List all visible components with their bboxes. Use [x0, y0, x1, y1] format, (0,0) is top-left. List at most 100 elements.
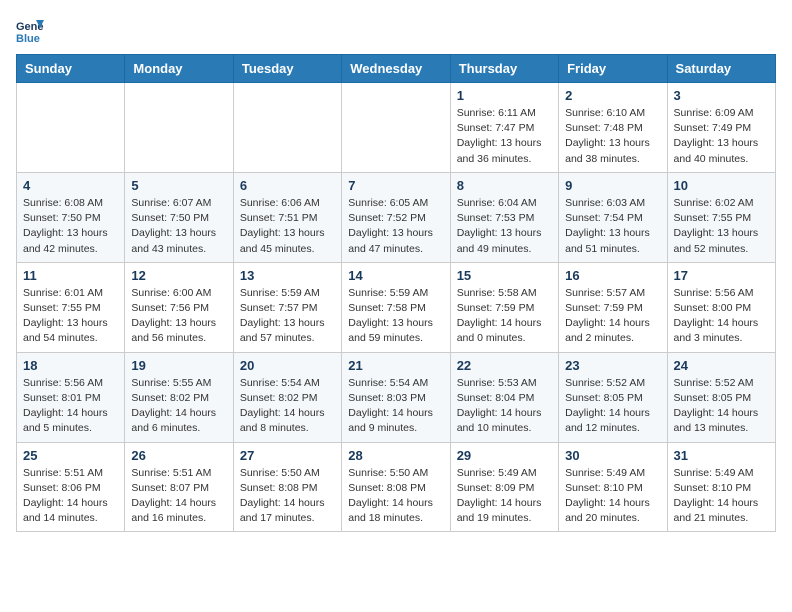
day-info: Sunrise: 5:56 AMSunset: 8:01 PMDaylight:… [23, 376, 118, 437]
day-number: 12 [131, 268, 226, 283]
day-number: 8 [457, 178, 552, 193]
day-number: 9 [565, 178, 660, 193]
day-info: Sunrise: 6:09 AMSunset: 7:49 PMDaylight:… [674, 106, 769, 167]
calendar-cell: 5Sunrise: 6:07 AMSunset: 7:50 PMDaylight… [125, 172, 233, 262]
day-info: Sunrise: 6:03 AMSunset: 7:54 PMDaylight:… [565, 196, 660, 257]
day-number: 11 [23, 268, 118, 283]
day-info: Sunrise: 5:56 AMSunset: 8:00 PMDaylight:… [674, 286, 769, 347]
day-info: Sunrise: 6:04 AMSunset: 7:53 PMDaylight:… [457, 196, 552, 257]
day-number: 31 [674, 448, 769, 463]
day-number: 20 [240, 358, 335, 373]
day-info: Sunrise: 5:58 AMSunset: 7:59 PMDaylight:… [457, 286, 552, 347]
day-number: 22 [457, 358, 552, 373]
day-number: 24 [674, 358, 769, 373]
day-number: 17 [674, 268, 769, 283]
logo-icon: General Blue [16, 16, 44, 44]
calendar-cell: 18 Sunrise: 5:56 AMSunset: 8:01 PMDayligh… [17, 352, 125, 442]
day-number: 23 [565, 358, 660, 373]
day-info: Sunrise: 6:01 AMSunset: 7:55 PMDaylight:… [23, 286, 118, 347]
day-number: 3 [674, 88, 769, 103]
day-number: 13 [240, 268, 335, 283]
day-info: Sunrise: 5:50 AMSunset: 8:08 PMDaylight:… [348, 466, 443, 527]
day-number: 21 [348, 358, 443, 373]
day-number: 1 [457, 88, 552, 103]
calendar-cell: 1Sunrise: 6:11 AMSunset: 7:47 PMDaylight… [450, 83, 558, 173]
day-info: Sunrise: 6:08 AMSunset: 7:50 PMDaylight:… [23, 196, 118, 257]
day-number: 16 [565, 268, 660, 283]
weekday-header-saturday: Saturday [667, 55, 775, 83]
day-info: Sunrise: 5:52 AMSunset: 8:05 PMDaylight:… [565, 376, 660, 437]
calendar-week-row: 25Sunrise: 5:51 AMSunset: 8:06 PMDayligh… [17, 442, 776, 532]
calendar-cell: 28 Sunrise: 5:50 AMSunset: 8:08 PMDayligh… [342, 442, 450, 532]
day-info: Sunrise: 5:50 AMSunset: 8:08 PMDaylight:… [240, 466, 335, 527]
calendar-cell [342, 83, 450, 173]
calendar-cell: 30 Sunrise: 5:49 AMSunset: 8:10 PMDayligh… [559, 442, 667, 532]
day-number: 25 [23, 448, 118, 463]
day-info: Sunrise: 6:00 AMSunset: 7:56 PMDaylight:… [131, 286, 226, 347]
calendar-cell: 3 Sunrise: 6:09 AMSunset: 7:49 PMDaylight… [667, 83, 775, 173]
day-number: 14 [348, 268, 443, 283]
day-number: 28 [348, 448, 443, 463]
day-info: Sunrise: 6:05 AMSunset: 7:52 PMDaylight:… [348, 196, 443, 257]
weekday-header-tuesday: Tuesday [233, 55, 341, 83]
calendar-cell: 8 Sunrise: 6:04 AMSunset: 7:53 PMDaylight… [450, 172, 558, 262]
day-info: Sunrise: 5:54 AMSunset: 8:03 PMDaylight:… [348, 376, 443, 437]
day-info: Sunrise: 5:59 AMSunset: 7:58 PMDaylight:… [348, 286, 443, 347]
day-number: 5 [131, 178, 226, 193]
day-info: Sunrise: 6:10 AMSunset: 7:48 PMDaylight:… [565, 106, 660, 167]
day-number: 15 [457, 268, 552, 283]
calendar-cell: 26Sunrise: 5:51 AMSunset: 8:07 PMDayligh… [125, 442, 233, 532]
calendar-cell: 20 Sunrise: 5:54 AMSunset: 8:02 PMDayligh… [233, 352, 341, 442]
calendar-cell [17, 83, 125, 173]
calendar-cell: 19 Sunrise: 5:55 AMSunset: 8:02 PMDayligh… [125, 352, 233, 442]
calendar-cell: 7 Sunrise: 6:05 AMSunset: 7:52 PMDaylight… [342, 172, 450, 262]
calendar-week-row: 4 Sunrise: 6:08 AMSunset: 7:50 PMDaylight… [17, 172, 776, 262]
day-info: Sunrise: 5:57 AMSunset: 7:59 PMDaylight:… [565, 286, 660, 347]
calendar-cell: 17 Sunrise: 5:56 AMSunset: 8:00 PMDayligh… [667, 262, 775, 352]
calendar-cell: 29 Sunrise: 5:49 AMSunset: 8:09 PMDayligh… [450, 442, 558, 532]
calendar-cell: 6Sunrise: 6:06 AMSunset: 7:51 PMDaylight… [233, 172, 341, 262]
weekday-header-sunday: Sunday [17, 55, 125, 83]
svg-text:Blue: Blue [16, 33, 40, 44]
day-number: 29 [457, 448, 552, 463]
weekday-header-friday: Friday [559, 55, 667, 83]
calendar-week-row: 18 Sunrise: 5:56 AMSunset: 8:01 PMDayligh… [17, 352, 776, 442]
calendar-cell [125, 83, 233, 173]
calendar-cell: 16 Sunrise: 5:57 AMSunset: 7:59 PMDayligh… [559, 262, 667, 352]
calendar-cell: 21 Sunrise: 5:54 AMSunset: 8:03 PMDayligh… [342, 352, 450, 442]
day-number: 30 [565, 448, 660, 463]
day-info: Sunrise: 6:02 AMSunset: 7:55 PMDaylight:… [674, 196, 769, 257]
calendar-cell: 4 Sunrise: 6:08 AMSunset: 7:50 PMDaylight… [17, 172, 125, 262]
day-info: Sunrise: 6:06 AMSunset: 7:51 PMDaylight:… [240, 196, 335, 257]
weekday-header-wednesday: Wednesday [342, 55, 450, 83]
calendar-cell: 15 Sunrise: 5:58 AMSunset: 7:59 PMDayligh… [450, 262, 558, 352]
day-number: 26 [131, 448, 226, 463]
calendar-cell [233, 83, 341, 173]
weekday-header-thursday: Thursday [450, 55, 558, 83]
day-info: Sunrise: 5:54 AMSunset: 8:02 PMDaylight:… [240, 376, 335, 437]
day-number: 19 [131, 358, 226, 373]
day-number: 18 [23, 358, 118, 373]
day-info: Sunrise: 5:49 AMSunset: 8:09 PMDaylight:… [457, 466, 552, 527]
calendar-cell: 27 Sunrise: 5:50 AMSunset: 8:08 PMDayligh… [233, 442, 341, 532]
day-number: 4 [23, 178, 118, 193]
page-header: General Blue [16, 16, 776, 44]
calendar-cell: 9 Sunrise: 6:03 AMSunset: 7:54 PMDaylight… [559, 172, 667, 262]
day-info: Sunrise: 5:55 AMSunset: 8:02 PMDaylight:… [131, 376, 226, 437]
weekday-header-monday: Monday [125, 55, 233, 83]
calendar-cell: 10 Sunrise: 6:02 AMSunset: 7:55 PMDayligh… [667, 172, 775, 262]
day-info: Sunrise: 5:49 AMSunset: 8:10 PMDaylight:… [565, 466, 660, 527]
calendar-week-row: 1Sunrise: 6:11 AMSunset: 7:47 PMDaylight… [17, 83, 776, 173]
calendar-cell: 22 Sunrise: 5:53 AMSunset: 8:04 PMDayligh… [450, 352, 558, 442]
day-info: Sunrise: 5:52 AMSunset: 8:05 PMDaylight:… [674, 376, 769, 437]
calendar-table: SundayMondayTuesdayWednesdayThursdayFrid… [16, 54, 776, 532]
logo: General Blue [16, 16, 48, 44]
calendar-week-row: 11 Sunrise: 6:01 AMSunset: 7:55 PMDayligh… [17, 262, 776, 352]
day-number: 10 [674, 178, 769, 193]
day-info: Sunrise: 5:53 AMSunset: 8:04 PMDaylight:… [457, 376, 552, 437]
calendar-cell: 24 Sunrise: 5:52 AMSunset: 8:05 PMDayligh… [667, 352, 775, 442]
day-number: 7 [348, 178, 443, 193]
calendar-cell: 11 Sunrise: 6:01 AMSunset: 7:55 PMDayligh… [17, 262, 125, 352]
calendar-cell: 13Sunrise: 5:59 AMSunset: 7:57 PMDayligh… [233, 262, 341, 352]
day-number: 27 [240, 448, 335, 463]
